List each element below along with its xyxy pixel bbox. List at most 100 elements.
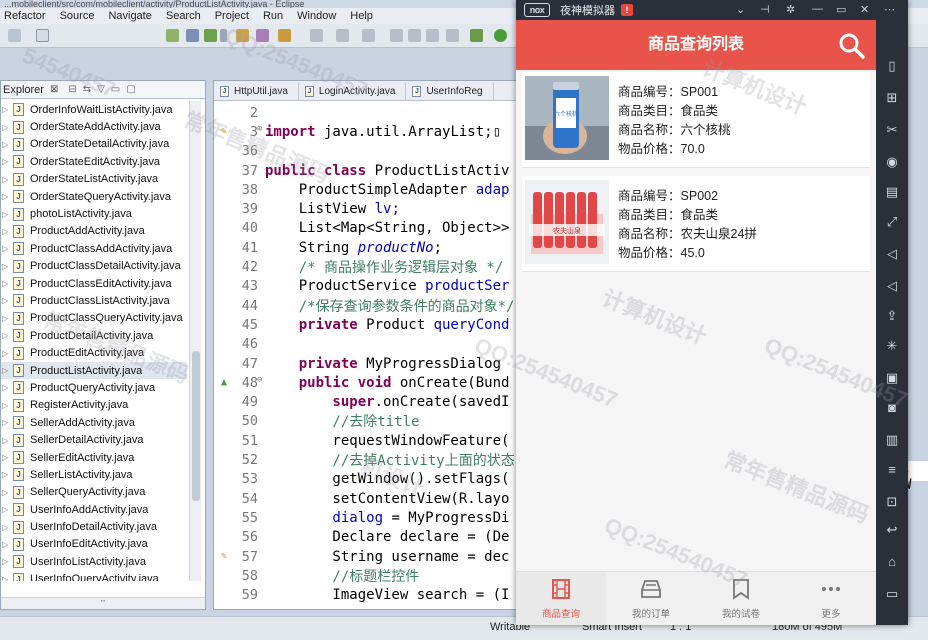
file-tree-item[interactable]: ▷ J OrderInfoWaitListActivity.java — [1, 101, 187, 118]
file-tree-item[interactable]: ▷ J UserInfoQueryActivity.java — [1, 571, 187, 581]
file-tree-item[interactable]: ▷ J OrderStateQueryActivity.java — [1, 188, 187, 205]
menu-lines-icon[interactable]: ≡ — [884, 462, 900, 478]
refresh-icon[interactable] — [336, 29, 349, 42]
pause-icon[interactable] — [408, 29, 421, 42]
expand-arrow-icon[interactable]: ▷ — [2, 157, 10, 166]
expand-arrow-icon[interactable]: ▷ — [2, 436, 10, 445]
nav-my-exam[interactable]: 我的试卷 — [696, 572, 786, 625]
file-tree-item[interactable]: ▷ J OrderStateAddActivity.java — [1, 118, 187, 135]
file-tree-item[interactable]: ▷ J ProductClassQueryActivity.java — [1, 310, 187, 327]
expand-arrow-icon[interactable]: ▷ — [2, 401, 10, 410]
server-icon[interactable] — [166, 29, 179, 42]
file-tree-item[interactable]: ▷ J ProductEditActivity.java — [1, 344, 187, 361]
file-tree-item[interactable]: ▷ J ProductClassListActivity.java — [1, 292, 187, 309]
menu-project[interactable]: Project — [215, 10, 249, 22]
expand-arrow-icon[interactable]: ▷ — [2, 123, 10, 132]
expand-arrow-icon[interactable]: ▷ — [2, 314, 10, 323]
menu-navigate[interactable]: Navigate — [108, 10, 151, 22]
robot-icon[interactable]: ⊞ — [884, 90, 900, 106]
editor-tab-login[interactable]: J LoginActivity.java — [299, 82, 407, 100]
rotate-icon[interactable]: ▯ — [884, 58, 900, 74]
debug-icon[interactable] — [278, 29, 291, 42]
expand-arrow-icon[interactable]: ▷ — [2, 105, 10, 114]
checkbox-icon[interactable] — [204, 29, 217, 42]
explorer-horizontal-scrollbar[interactable]: ''' — [1, 597, 205, 609]
expand-arrow-icon[interactable]: ▷ — [2, 523, 10, 532]
record-icon[interactable]: ◙ — [884, 400, 900, 416]
volume-down-icon[interactable]: ◁ — [884, 278, 900, 294]
minimize-icon[interactable]: — — [812, 3, 823, 15]
file-tree-item[interactable]: ▷ J SellerAddActivity.java — [1, 414, 187, 431]
override-marker-icon[interactable]: ▲ — [218, 377, 230, 388]
product-list-item[interactable]: 六个核桃 商品编号：SP001 商品类目：食品类 商品名称：六个核桃 物品价格：… — [522, 72, 870, 168]
print-icon[interactable] — [8, 29, 21, 42]
step-icon[interactable] — [362, 29, 375, 42]
run-icon[interactable] — [494, 29, 507, 42]
file-tree-item[interactable]: ▷ J OrderStateListActivity.java — [1, 171, 187, 188]
expand-arrow-icon[interactable]: ▷ — [2, 279, 10, 288]
fullscreen-icon[interactable]: ⤢ — [884, 214, 900, 230]
expand-arrow-icon[interactable]: ▷ — [2, 383, 10, 392]
expand-arrow-icon[interactable]: ▷ — [2, 540, 10, 549]
expand-arrow-icon[interactable]: ▷ — [2, 262, 10, 271]
quick-fix-icon[interactable]: ✎ — [218, 551, 230, 562]
back-icon[interactable]: ↩ — [884, 522, 900, 538]
file-tree-item[interactable]: ▷ J RegisterActivity.java — [1, 397, 187, 414]
expand-arrow-icon[interactable]: ▷ — [2, 470, 10, 479]
nav-more[interactable]: 更多 — [786, 572, 876, 625]
close-icon[interactable]: ✕ — [860, 3, 869, 16]
open-type-icon[interactable] — [36, 29, 49, 42]
menu-help[interactable]: Help — [350, 10, 373, 22]
nav-my-orders[interactable]: 我的订单 — [606, 572, 696, 625]
search-icon[interactable] — [838, 32, 866, 60]
expand-arrow-icon[interactable]: ▷ — [2, 418, 10, 427]
more-icon[interactable]: ⋯ — [884, 3, 895, 16]
expand-arrow-icon[interactable]: ▷ — [2, 366, 10, 375]
volume-up-icon[interactable]: ◁ — [884, 246, 900, 262]
expand-arrow-icon[interactable]: ▷ — [2, 488, 10, 497]
editor-tab-userinforeg[interactable]: J UserInfoReg — [406, 82, 494, 100]
home-icon[interactable]: ⌂ — [884, 554, 900, 570]
file-tree-item[interactable]: ▷ JphotoListActivity.java — [1, 205, 187, 222]
upload-icon[interactable]: ⇪ — [884, 308, 900, 324]
screenshot-icon[interactable]: ▣ — [884, 370, 900, 386]
gear-icon[interactable]: ✲ — [786, 3, 795, 16]
file-tree-item[interactable]: ▷ J ProductClassEditActivity.java — [1, 275, 187, 292]
expand-arrow-icon[interactable]: ▷ — [2, 227, 10, 236]
file-tree-item[interactable]: ▷ J OrderStateDetailActivity.java — [1, 136, 187, 153]
scissors-icon[interactable]: ✂ — [884, 122, 900, 138]
file-tree-item[interactable]: ▷ J ProductClassDetailActivity.java — [1, 258, 187, 275]
code-text-area[interactable]: 2 ✎ 3 ⊕ import java.util.ArrayList;▯ 36 37 publ… — [214, 103, 516, 609]
nav-product-query[interactable]: 商品查询 — [516, 572, 606, 625]
chevron-down-icon[interactable] — [220, 29, 227, 42]
product-list-item[interactable]: 农夫山泉 商品编号：SP002 商品类目：食品类 商品名称：农夫山泉24拼 物品… — [522, 176, 870, 272]
file-tree-item[interactable]: ▷ J SellerListActivity.java — [1, 466, 187, 483]
file-tree-item[interactable]: ▷ J UserInfoListActivity.java — [1, 553, 187, 570]
file-tree-item[interactable]: ▷ J ProductClassAddActivity.java — [1, 240, 187, 257]
explorer-vertical-scrollbar[interactable] — [189, 101, 201, 581]
tools-icon[interactable] — [256, 29, 269, 42]
menu-run[interactable]: Run — [263, 10, 283, 22]
expand-arrow-icon[interactable]: ▷ — [2, 453, 10, 462]
expand-arrow-icon[interactable]: ▷ — [2, 331, 10, 340]
database-icon[interactable] — [186, 29, 199, 42]
step-into-icon[interactable] — [446, 29, 459, 42]
multi-instance-icon[interactable]: ▥ — [884, 432, 900, 448]
menu-search[interactable]: Search — [166, 10, 201, 22]
alert-badge[interactable]: ! — [621, 4, 633, 16]
location-icon[interactable]: ◉ — [884, 154, 900, 170]
expand-arrow-icon[interactable]: ▷ — [2, 175, 10, 184]
keyboard-icon[interactable]: ▤ — [884, 184, 900, 200]
file-tree-item[interactable]: ▷ J SellerEditActivity.java — [1, 449, 187, 466]
file-tree-item[interactable]: ▷ J ProductListActivity.java — [1, 361, 187, 380]
expand-arrow-icon[interactable]: ▷ — [2, 575, 10, 581]
explorer-tab[interactable]: Explorer ⊠ ⊟⇆▽▭▢ — [1, 81, 205, 99]
expand-arrow-icon[interactable]: ▷ — [2, 210, 10, 219]
expand-arrow-icon[interactable]: ▷ — [2, 296, 10, 305]
file-tree-item[interactable]: ▷ J SellerQueryActivity.java — [1, 484, 187, 501]
menu-source[interactable]: Source — [60, 10, 95, 22]
file-tree-item[interactable]: ▷ J UserInfoEditActivity.java — [1, 536, 187, 553]
menu-refactor[interactable]: Refactor — [4, 10, 46, 22]
chevron-down-icon[interactable]: ⌄ — [736, 3, 745, 16]
editor-tab-httputil[interactable]: J HttpUtil.java — [214, 82, 299, 100]
